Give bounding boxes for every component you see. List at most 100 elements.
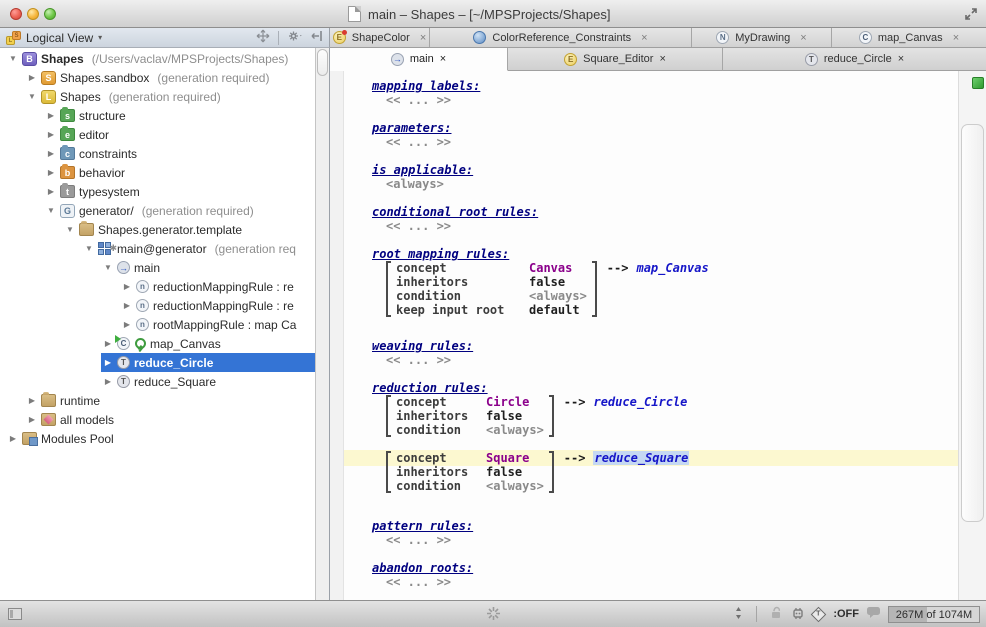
settings-gear-icon[interactable]: [287, 29, 303, 46]
tab-square-editor[interactable]: E Square_Editor ×: [508, 48, 723, 71]
tree-item-root-mapping-rule[interactable]: ▶nrootMappingRule : map Ca: [0, 315, 315, 334]
tree-item-reduction-rule-1[interactable]: ▶nreductionMappingRule : re: [0, 277, 315, 296]
template-reference-selected[interactable]: reduce_Square: [593, 451, 689, 465]
section-header[interactable]: reduction rules:: [372, 381, 958, 395]
tree-item-editor[interactable]: ▶eeditor: [0, 125, 315, 144]
tree-item-behavior[interactable]: ▶bbehavior: [0, 163, 315, 182]
minimize-window-button[interactable]: [27, 8, 39, 20]
expand-arrow-icon[interactable]: ▼: [46, 206, 56, 215]
view-selector[interactable]: Logical View: [26, 31, 93, 45]
expand-arrow-icon[interactable]: ▶: [46, 149, 56, 158]
expand-arrow-icon[interactable]: ▶: [122, 282, 132, 291]
expand-arrow-icon[interactable]: ▶: [46, 130, 56, 139]
tab-mydrawing[interactable]: N MyDrawing ×: [692, 28, 832, 47]
expand-arrow-icon[interactable]: ▶: [46, 168, 56, 177]
expand-arrow-icon[interactable]: ▼: [84, 244, 94, 253]
editor-error-stripe[interactable]: [958, 71, 986, 600]
tree-item-shapes-language[interactable]: ▼LShapes(generation required): [0, 87, 315, 106]
section-header[interactable]: abandon roots:: [372, 561, 958, 575]
tree-item-constraints[interactable]: ▶cconstraints: [0, 144, 315, 163]
tree-item-generator-template[interactable]: ▼Shapes.generator.template: [0, 220, 315, 239]
close-tab-icon[interactable]: ×: [800, 32, 806, 44]
close-tab-icon[interactable]: ×: [898, 53, 904, 65]
tree-item-reduce-circle[interactable]: ▶Treduce_Circle: [0, 353, 315, 372]
mapping-configuration-editor[interactable]: mapping labels: << ... >> parameters: <<…: [344, 71, 958, 600]
section-header[interactable]: weaving rules:: [372, 339, 958, 353]
section-header[interactable]: parameters:: [372, 121, 958, 135]
expand-arrow-icon[interactable]: ▶: [27, 73, 37, 82]
zoom-window-button[interactable]: [44, 8, 56, 20]
template-reference[interactable]: map_Canvas: [636, 261, 708, 275]
expand-arrow-icon[interactable]: ▼: [103, 263, 113, 272]
empty-cell[interactable]: << ... >>: [372, 219, 958, 233]
tree-item-shapes-sandbox[interactable]: ▶SShapes.sandbox(generation required): [0, 68, 315, 87]
lock-icon[interactable]: [770, 606, 783, 623]
memory-indicator[interactable]: 267M of 1074M: [888, 606, 980, 623]
section-header[interactable]: is applicable:: [372, 163, 958, 177]
root-mapping-rule[interactable]: conceptCanvas inheritorsfalse condition<…: [372, 261, 958, 317]
close-tab-icon[interactable]: ×: [659, 53, 665, 65]
tree-scrollbar-thumb[interactable]: [317, 49, 328, 76]
tab-shapecolor[interactable]: E ShapeColor ×: [330, 28, 430, 47]
expand-arrow-icon[interactable]: ▶: [122, 301, 132, 310]
empty-cell[interactable]: << ... >>: [372, 353, 958, 367]
fullscreen-icon[interactable]: [964, 7, 978, 21]
tree-item-reduce-square[interactable]: ▶Treduce_Square: [0, 372, 315, 391]
close-tab-icon[interactable]: ×: [440, 53, 446, 65]
toolwindow-toggle-icon[interactable]: [8, 608, 22, 620]
tab-colorreference-constraints[interactable]: ColorReference_Constraints ×: [430, 28, 692, 47]
event-log-bubble-icon[interactable]: [866, 606, 881, 622]
tab-reduce-circle[interactable]: T reduce_Circle ×: [723, 48, 986, 71]
hector-inspector-icon[interactable]: [790, 606, 806, 623]
tree-item-reduction-rule-2[interactable]: ▶nreductionMappingRule : re: [0, 296, 315, 315]
close-tab-icon[interactable]: ×: [641, 32, 647, 44]
expand-arrow-icon[interactable]: ▼: [8, 54, 18, 63]
reduction-rule-circle[interactable]: conceptCircle inheritorsfalse condition<…: [372, 395, 958, 437]
section-header[interactable]: conditional root rules:: [372, 205, 958, 219]
reduction-rule-square[interactable]: conceptSquare inheritorsfalse condition<…: [372, 451, 958, 493]
tree-item-shapes-project[interactable]: ▼BShapes(/Users/vaclav/MPSProjects/Shape…: [0, 49, 315, 68]
close-tab-icon[interactable]: ×: [420, 32, 426, 44]
empty-cell[interactable]: << ... >>: [372, 533, 958, 547]
empty-cell[interactable]: << ... >>: [372, 575, 958, 589]
section-header[interactable]: root mapping rules:: [372, 247, 958, 261]
hide-panel-icon[interactable]: [311, 29, 323, 46]
editor-scrollbar-thumb[interactable]: [961, 124, 984, 522]
expand-arrow-icon[interactable]: ▼: [65, 225, 75, 234]
tree-item-modules-pool[interactable]: ▶Modules Pool: [0, 429, 315, 448]
expand-arrow-icon[interactable]: ▶: [103, 358, 113, 367]
tree-item-main-mapping[interactable]: ▼→main: [0, 258, 315, 277]
expand-arrow-icon[interactable]: ▶: [27, 415, 37, 424]
tree-scrollbar[interactable]: [315, 48, 329, 600]
tree-item-typesystem[interactable]: ▶ttypesystem: [0, 182, 315, 201]
expand-arrow-icon[interactable]: ▶: [103, 377, 113, 386]
section-header[interactable]: pattern rules:: [372, 519, 958, 533]
tab-map-canvas[interactable]: C map_Canvas ×: [832, 28, 986, 47]
empty-cell[interactable]: << ... >>: [372, 93, 958, 107]
close-window-button[interactable]: [10, 8, 22, 20]
tree-item-map-canvas[interactable]: ▶Cmap_Canvas: [0, 334, 315, 353]
tree-item-runtime[interactable]: ▶runtime: [0, 391, 315, 410]
expand-arrow-icon[interactable]: ▶: [8, 434, 18, 443]
expand-arrow-icon[interactable]: ▶: [122, 320, 132, 329]
expand-arrow-icon[interactable]: ▶: [103, 339, 113, 348]
tree-item-structure[interactable]: ▶sstructure: [0, 106, 315, 125]
tree-item-all-models[interactable]: ▶all models: [0, 410, 315, 429]
tree-item-main-generator-model[interactable]: ▼✱main@generator(generation req: [0, 239, 315, 258]
template-reference[interactable]: reduce_Circle: [593, 395, 687, 409]
typesystem-status-icon[interactable]: T: [811, 606, 827, 622]
typesystem-status-text[interactable]: :OFF: [833, 608, 859, 620]
no-errors-indicator[interactable]: [972, 77, 984, 89]
expand-arrow-icon[interactable]: ▶: [46, 111, 56, 120]
tab-main[interactable]: → main ×: [330, 48, 508, 71]
view-dropdown-icon[interactable]: ▾: [98, 33, 102, 42]
expand-arrow-icon[interactable]: ▶: [46, 187, 56, 196]
expand-arrow-icon[interactable]: ▼: [27, 92, 37, 101]
section-header[interactable]: mapping labels:: [372, 79, 958, 93]
font-size-toggle-icon[interactable]: [734, 606, 743, 623]
always-cell[interactable]: <always>: [372, 177, 958, 191]
scroll-to-source-icon[interactable]: [256, 29, 270, 46]
empty-cell[interactable]: << ... >>: [372, 135, 958, 149]
expand-arrow-icon[interactable]: ▶: [27, 396, 37, 405]
close-tab-icon[interactable]: ×: [953, 32, 959, 44]
